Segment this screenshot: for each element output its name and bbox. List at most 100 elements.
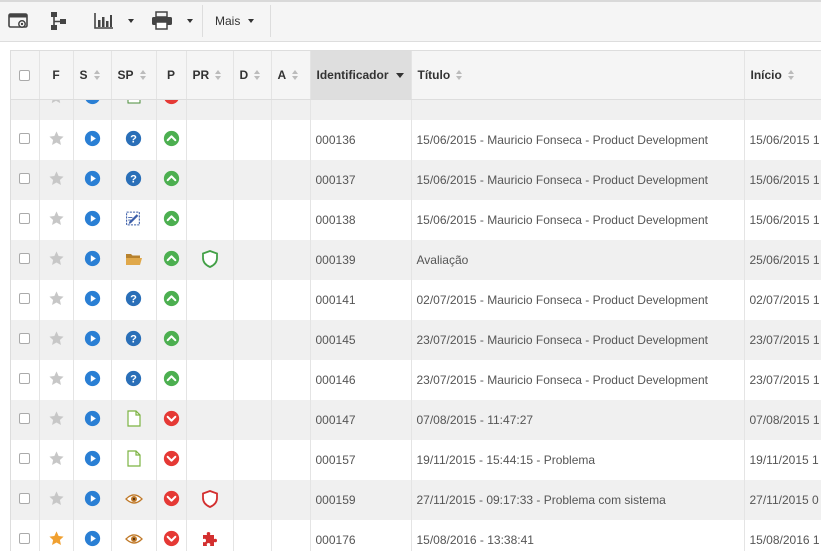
star-icon[interactable]: [48, 290, 65, 307]
table-row[interactable]: 000147 07/08/2015 - 11:47:27 07/08/2015 …: [11, 400, 821, 440]
table-row[interactable]: 000159 27/11/2015 - 09:17:33 - Problema …: [11, 480, 821, 520]
title-cell[interactable]: 15/08/2016 - 13:38:41: [411, 520, 744, 551]
table-row-partial[interactable]: [11, 100, 821, 121]
column-header-s[interactable]: S: [73, 51, 111, 100]
favorite-cell[interactable]: [39, 440, 73, 480]
status-cell[interactable]: [73, 200, 111, 240]
row-checkbox[interactable]: [19, 533, 30, 544]
play-icon[interactable]: [84, 250, 101, 267]
star-icon[interactable]: [48, 330, 65, 347]
table-row[interactable]: ? 000141 02/07/2015 - Mauricio Fonseca -…: [11, 280, 821, 320]
row-checkbox[interactable]: [19, 453, 30, 464]
row-select-cell[interactable]: [11, 520, 39, 551]
column-header-identificador[interactable]: Identificador: [310, 51, 411, 100]
table-row[interactable]: ? 000145 23/07/2015 - Mauricio Fonseca -…: [11, 320, 821, 360]
star-icon[interactable]: [48, 410, 65, 427]
row-select-cell[interactable]: [11, 160, 39, 200]
play-icon[interactable]: [84, 530, 101, 547]
play-icon[interactable]: [84, 450, 101, 467]
table-row[interactable]: 000157 19/11/2015 - 15:44:15 - Problema …: [11, 440, 821, 480]
row-checkbox[interactable]: [19, 293, 30, 304]
favorite-cell[interactable]: [39, 120, 73, 160]
table-row[interactable]: ? 000136 15/06/2015 - Mauricio Fonseca -…: [11, 120, 821, 160]
play-icon[interactable]: [84, 100, 101, 106]
row-select-cell[interactable]: [11, 440, 39, 480]
column-header-f[interactable]: F: [39, 51, 73, 100]
row-checkbox[interactable]: [19, 213, 30, 224]
favorite-cell[interactable]: [39, 280, 73, 320]
select-all-column[interactable]: [11, 51, 39, 100]
column-header-d[interactable]: D: [233, 51, 271, 100]
title-cell[interactable]: 19/11/2015 - 15:44:15 - Problema: [411, 440, 744, 480]
title-cell[interactable]: 15/06/2015 - Mauricio Fonseca - Product …: [411, 200, 744, 240]
favorite-cell[interactable]: [39, 200, 73, 240]
star-icon[interactable]: [48, 250, 65, 267]
play-icon[interactable]: [84, 170, 101, 187]
table-row[interactable]: 000176 15/08/2016 - 13:38:41 15/08/2016 …: [11, 520, 821, 551]
favorite-cell[interactable]: [39, 480, 73, 520]
star-icon[interactable]: [48, 130, 65, 147]
status-cell[interactable]: [73, 320, 111, 360]
title-cell[interactable]: 15/06/2015 - Mauricio Fonseca - Product …: [411, 120, 744, 160]
row-checkbox[interactable]: [19, 413, 30, 424]
row-select-cell[interactable]: [11, 480, 39, 520]
title-cell[interactable]: 27/11/2015 - 09:17:33 - Problema com sis…: [411, 480, 744, 520]
play-icon[interactable]: [84, 410, 101, 427]
star-icon[interactable]: [48, 530, 65, 547]
row-select-cell[interactable]: [11, 360, 39, 400]
hierarchy-button[interactable]: [49, 8, 69, 34]
play-icon[interactable]: [84, 370, 101, 387]
status-cell[interactable]: [73, 160, 111, 200]
favorite-cell[interactable]: [39, 320, 73, 360]
star-icon[interactable]: [48, 100, 64, 105]
column-header-inicio[interactable]: Início: [744, 51, 821, 100]
title-cell[interactable]: Avaliação: [411, 240, 744, 280]
table-row[interactable]: 000138 15/06/2015 - Mauricio Fonseca - P…: [11, 200, 821, 240]
row-select-cell[interactable]: [11, 120, 39, 160]
title-cell[interactable]: 15/06/2015 - Mauricio Fonseca - Product …: [411, 160, 744, 200]
row-select-cell[interactable]: [11, 200, 39, 240]
view-button[interactable]: [8, 8, 30, 34]
favorite-cell[interactable]: [39, 240, 73, 280]
favorite-cell[interactable]: [39, 160, 73, 200]
row-checkbox[interactable]: [19, 333, 30, 344]
table-row[interactable]: ? 000146 23/07/2015 - Mauricio Fonseca -…: [11, 360, 821, 400]
select-all-checkbox[interactable]: [19, 70, 30, 81]
row-checkbox[interactable]: [19, 493, 30, 504]
table-row[interactable]: 000139 Avaliação 25/06/2015 1: [11, 240, 821, 280]
print-menu-button[interactable]: [151, 8, 193, 34]
status-cell[interactable]: [73, 440, 111, 480]
status-cell[interactable]: [73, 280, 111, 320]
star-icon[interactable]: [48, 170, 65, 187]
title-cell[interactable]: 23/07/2015 - Mauricio Fonseca - Product …: [411, 360, 744, 400]
title-cell[interactable]: 23/07/2015 - Mauricio Fonseca - Product …: [411, 320, 744, 360]
column-header-titulo[interactable]: Título: [411, 51, 744, 100]
row-checkbox[interactable]: [19, 253, 30, 264]
row-checkbox[interactable]: [19, 173, 30, 184]
status-cell[interactable]: [73, 120, 111, 160]
row-select-cell[interactable]: [11, 240, 39, 280]
play-icon[interactable]: [84, 290, 101, 307]
row-select-cell[interactable]: [11, 320, 39, 360]
status-cell[interactable]: [73, 360, 111, 400]
more-menu-button[interactable]: Mais: [215, 8, 254, 34]
favorite-cell[interactable]: [39, 360, 73, 400]
row-select-cell[interactable]: [11, 280, 39, 320]
star-icon[interactable]: [48, 370, 65, 387]
column-header-p[interactable]: P: [156, 51, 186, 100]
play-icon[interactable]: [84, 130, 101, 147]
status-cell[interactable]: [73, 240, 111, 280]
title-cell[interactable]: 07/08/2015 - 11:47:27: [411, 400, 744, 440]
title-cell[interactable]: 02/07/2015 - Mauricio Fonseca - Product …: [411, 280, 744, 320]
column-header-sp[interactable]: SP: [111, 51, 156, 100]
chart-menu-button[interactable]: [94, 8, 134, 34]
play-icon[interactable]: [84, 210, 101, 227]
status-cell[interactable]: [73, 520, 111, 551]
star-icon[interactable]: [48, 210, 65, 227]
row-checkbox[interactable]: [19, 133, 30, 144]
row-checkbox[interactable]: [19, 373, 30, 384]
star-icon[interactable]: [48, 450, 65, 467]
play-icon[interactable]: [84, 330, 101, 347]
play-icon[interactable]: [84, 490, 101, 507]
status-cell[interactable]: [73, 480, 111, 520]
